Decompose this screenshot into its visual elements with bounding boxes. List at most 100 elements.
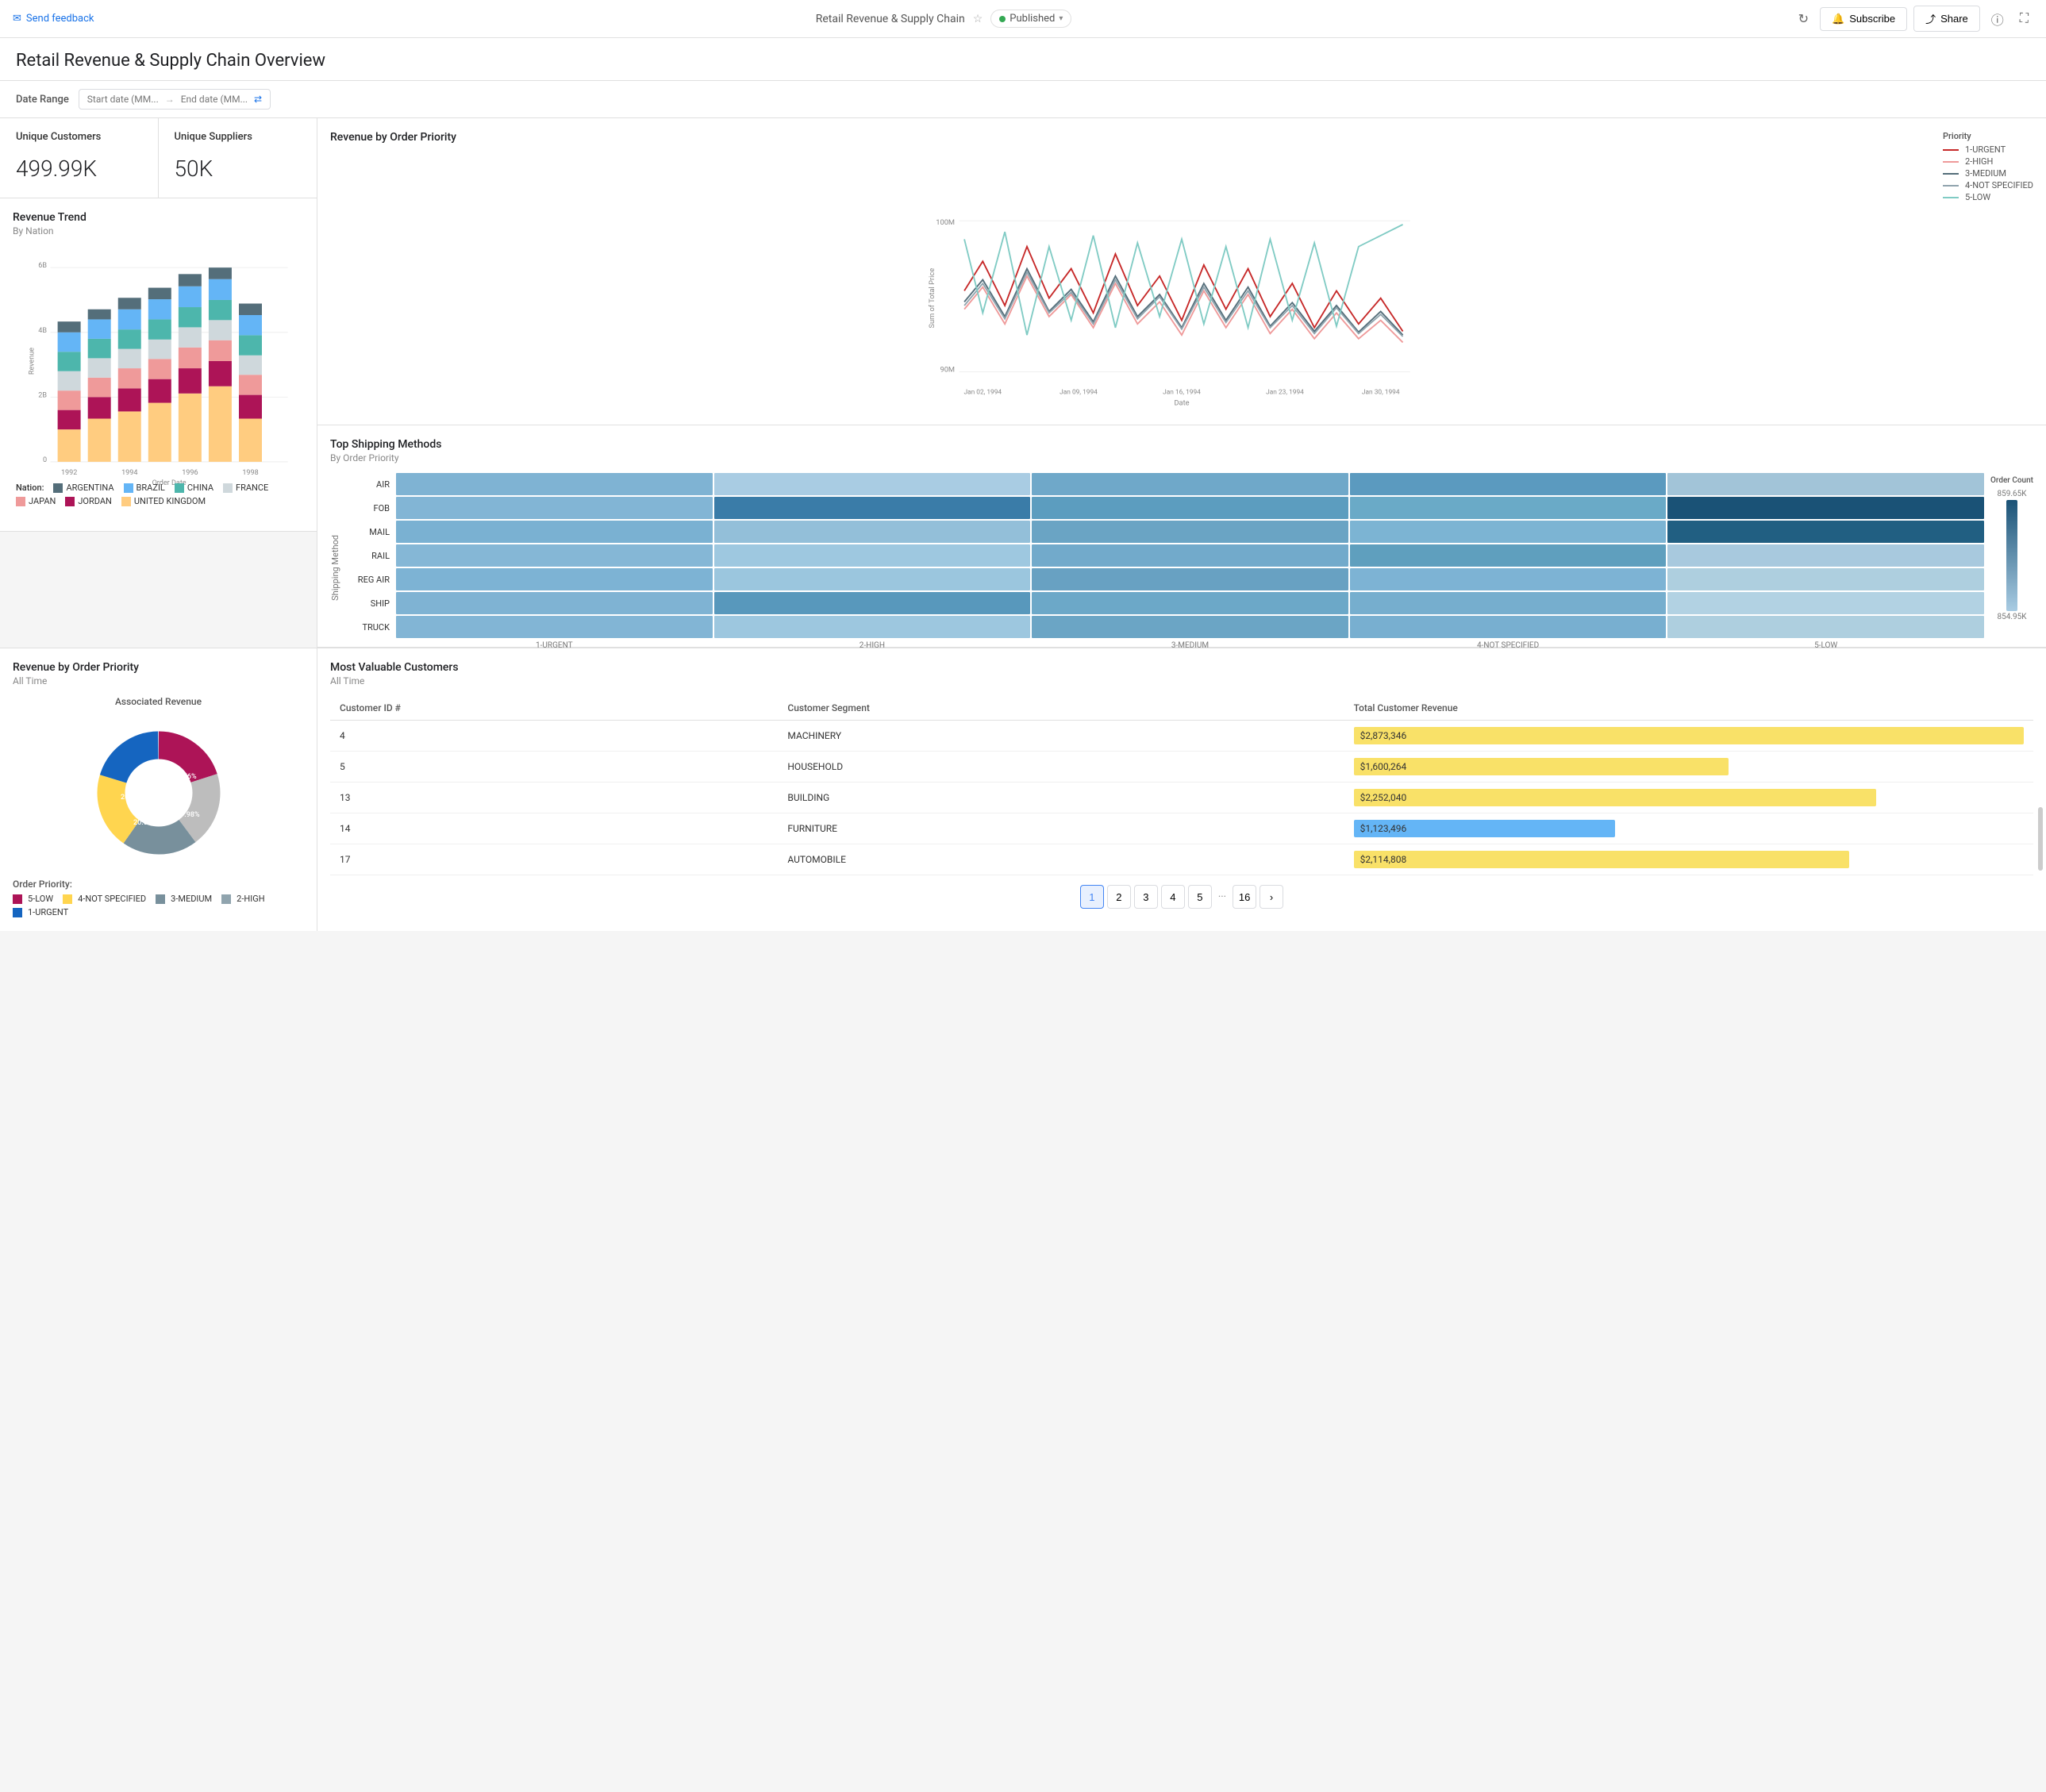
legend-color-brazil xyxy=(124,483,133,493)
donut-chart: 20.14% 19.76% 19.98% 20.03% 20.09% xyxy=(79,713,238,872)
cell-air-low xyxy=(1667,473,1984,495)
legend-uk: UNITED KINGDOM xyxy=(121,496,206,506)
table-row: 4 MACHINERY $2,873,346 xyxy=(330,721,2033,752)
published-dot xyxy=(999,16,1006,22)
topbar-actions: ↻ 🔔 Subscribe ⤴ Share ⓘ ⛶ xyxy=(1794,5,2033,33)
page-16-button[interactable]: 16 xyxy=(1233,885,1256,909)
pie-legend-notspec: 4-NOT SPECIFIED xyxy=(63,894,146,904)
published-label: Published xyxy=(1010,13,1055,25)
legend-china: CHINA xyxy=(175,483,213,493)
svg-text:Jan 16, 1994: Jan 16, 1994 xyxy=(1163,388,1201,396)
svg-text:Date: Date xyxy=(1174,398,1189,407)
revenue-trend-subtitle: By Nation xyxy=(13,225,304,236)
customers-subtitle: All Time xyxy=(330,675,2033,686)
label-air: AIR xyxy=(347,473,394,495)
customer-id-14: 14 xyxy=(330,813,778,844)
revenue-bar-13: $2,252,040 xyxy=(1354,789,1877,806)
cell-mail-low xyxy=(1667,521,1984,543)
donut-wrap: 20.14% 19.76% 19.98% 20.03% 20.09% xyxy=(13,713,304,872)
pie-subtitle: All Time xyxy=(13,675,304,686)
info-button[interactable]: ⓘ xyxy=(1986,5,2009,33)
revenue-cell-17: $2,114,808 xyxy=(1344,844,2033,875)
cell-mail-notspec xyxy=(1350,521,1667,543)
svg-text:6B: 6B xyxy=(38,262,47,270)
cell-air-notspec xyxy=(1350,473,1667,495)
revenue-cell-13: $2,252,040 xyxy=(1344,783,2033,813)
fullscreen-button[interactable]: ⛶ xyxy=(2015,7,2033,31)
table-body: 4 MACHINERY $2,873,346 5 HOUSEHOLD $1,60… xyxy=(330,721,2033,875)
cell-regair-high xyxy=(714,568,1031,590)
legend-color-france xyxy=(223,483,233,493)
cell-fob-notspec xyxy=(1350,497,1667,519)
customer-id-17: 17 xyxy=(330,844,778,875)
next-page-button[interactable]: › xyxy=(1260,885,1283,909)
cell-regair-urgent xyxy=(396,568,713,590)
customer-id-5: 5 xyxy=(330,752,778,783)
legend-low: 5-LOW xyxy=(1943,192,2033,202)
share-icon: ⤴ xyxy=(1925,11,1936,26)
cell-rail-notspec xyxy=(1350,544,1667,567)
legend-urgent: 1-URGENT xyxy=(1943,144,2033,155)
page-5-button[interactable]: 5 xyxy=(1188,885,1212,909)
svg-text:Jan 23, 1994: Jan 23, 1994 xyxy=(1266,388,1304,396)
svg-text:2B: 2B xyxy=(38,391,47,399)
customers-title: Most Valuable Customers xyxy=(330,661,2033,674)
cell-rail-high xyxy=(714,544,1031,567)
refresh-button[interactable]: ↻ xyxy=(1794,6,1813,32)
label-ship: SHIP xyxy=(347,592,394,614)
shipping-y-title: Shipping Method xyxy=(330,532,340,604)
date-range-input[interactable]: Start date (MM... → End date (MM... ⇄ xyxy=(79,89,271,110)
published-badge[interactable]: Published ▾ xyxy=(990,10,1071,28)
legend-color-argentina xyxy=(53,483,63,493)
svg-text:Revenue: Revenue xyxy=(29,348,37,375)
date-arrow-icon: → xyxy=(165,94,175,105)
pie-chart-label: Associated Revenue xyxy=(13,696,304,707)
segment-household: HOUSEHOLD xyxy=(778,752,1344,783)
legend-color-china xyxy=(175,483,184,493)
cell-truck-low xyxy=(1667,616,1984,638)
cell-air-high xyxy=(714,473,1031,495)
page-1-button[interactable]: 1 xyxy=(1080,885,1104,909)
filter-bar: Date Range Start date (MM... → End date … xyxy=(0,81,2046,118)
kpi-row: Unique Customers 499.99K Unique Supplier… xyxy=(0,118,317,198)
pie-legend-items: 5-LOW 4-NOT SPECIFIED 3-MEDIUM 2-HIGH 1-… xyxy=(13,894,304,917)
colorbar-min: 854.95K xyxy=(1997,613,2026,621)
heatmap-grid-wrap: AIR FOB xyxy=(347,473,1984,662)
send-feedback-button[interactable]: ✉ Send feedback xyxy=(13,13,94,25)
revenue-bar-17: $2,114,808 xyxy=(1354,851,1850,868)
svg-text:Sum of Total Price: Sum of Total Price xyxy=(928,268,936,329)
table-row: 13 BUILDING $2,252,040 xyxy=(330,783,2033,813)
left-panel: Unique Customers 499.99K Unique Supplier… xyxy=(0,118,317,648)
svg-text:1992: 1992 xyxy=(61,469,77,477)
table-row: 14 FURNITURE $1,123,496 xyxy=(330,813,2033,844)
line-chart-title: Revenue by Order Priority xyxy=(330,131,456,144)
line-chart-svg: 100M 90M Sum of Total Price Jan 02, 1994… xyxy=(330,202,2033,409)
line-chart-legend: Priority 1-URGENT 2-HIGH 3-MEDIUM 4-NOT … xyxy=(1943,131,2033,202)
cell-air-medium xyxy=(1032,473,1348,495)
cell-truck-urgent xyxy=(396,616,713,638)
legend-argentina: ARGENTINA xyxy=(53,483,113,493)
star-icon[interactable]: ☆ xyxy=(973,13,983,25)
legend-jordan: JORDAN xyxy=(65,496,112,506)
pagination: 1 2 3 4 5 ··· 16 › xyxy=(330,875,2033,918)
cell-fob-high xyxy=(714,497,1031,519)
scroll-indicator[interactable] xyxy=(2038,807,2043,871)
page-2-button[interactable]: 2 xyxy=(1107,885,1131,909)
topbar-center: Retail Revenue & Supply Chain ☆ Publishe… xyxy=(107,10,1781,28)
cell-regair-low xyxy=(1667,568,1984,590)
legend-france: FRANCE xyxy=(223,483,268,493)
subscribe-button[interactable]: 🔔 Subscribe xyxy=(1820,7,1907,31)
cell-fob-low xyxy=(1667,497,1984,519)
share-button[interactable]: ⤴ Share xyxy=(1913,6,1980,32)
pie-legend: Order Priority: 5-LOW 4-NOT SPECIFIED 3-… xyxy=(13,879,304,917)
page-4-button[interactable]: 4 xyxy=(1161,885,1185,909)
cell-ship-urgent xyxy=(396,592,713,614)
top-row: Unique Customers 499.99K Unique Supplier… xyxy=(0,118,2046,648)
col-id: Customer ID # xyxy=(330,696,778,721)
svg-text:19.76%: 19.76% xyxy=(173,773,197,781)
pie-title: Revenue by Order Priority xyxy=(13,661,304,674)
page-3-button[interactable]: 3 xyxy=(1134,885,1158,909)
revenue-cell-14: $1,123,496 xyxy=(1344,813,2033,844)
table-row: 5 HOUSEHOLD $1,600,264 xyxy=(330,752,2033,783)
customers-card: Most Valuable Customers All Time Custome… xyxy=(317,648,2046,931)
